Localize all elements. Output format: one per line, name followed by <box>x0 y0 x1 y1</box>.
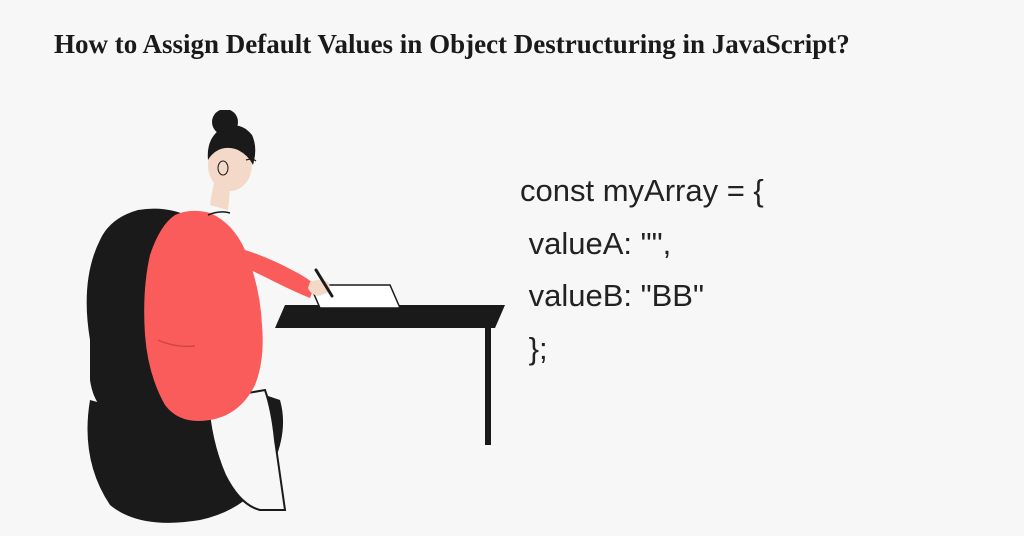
page-title: How to Assign Default Values in Object D… <box>54 28 970 62</box>
code-snippet: const myArray = { valueA: "", valueB: "B… <box>520 165 764 376</box>
code-line-1: const myArray = { <box>520 165 764 218</box>
code-line-2: valueA: "", <box>520 218 764 271</box>
code-line-4: }; <box>520 323 764 376</box>
person-at-desk-illustration <box>30 110 510 530</box>
code-line-3: valueB: "BB" <box>520 270 764 323</box>
